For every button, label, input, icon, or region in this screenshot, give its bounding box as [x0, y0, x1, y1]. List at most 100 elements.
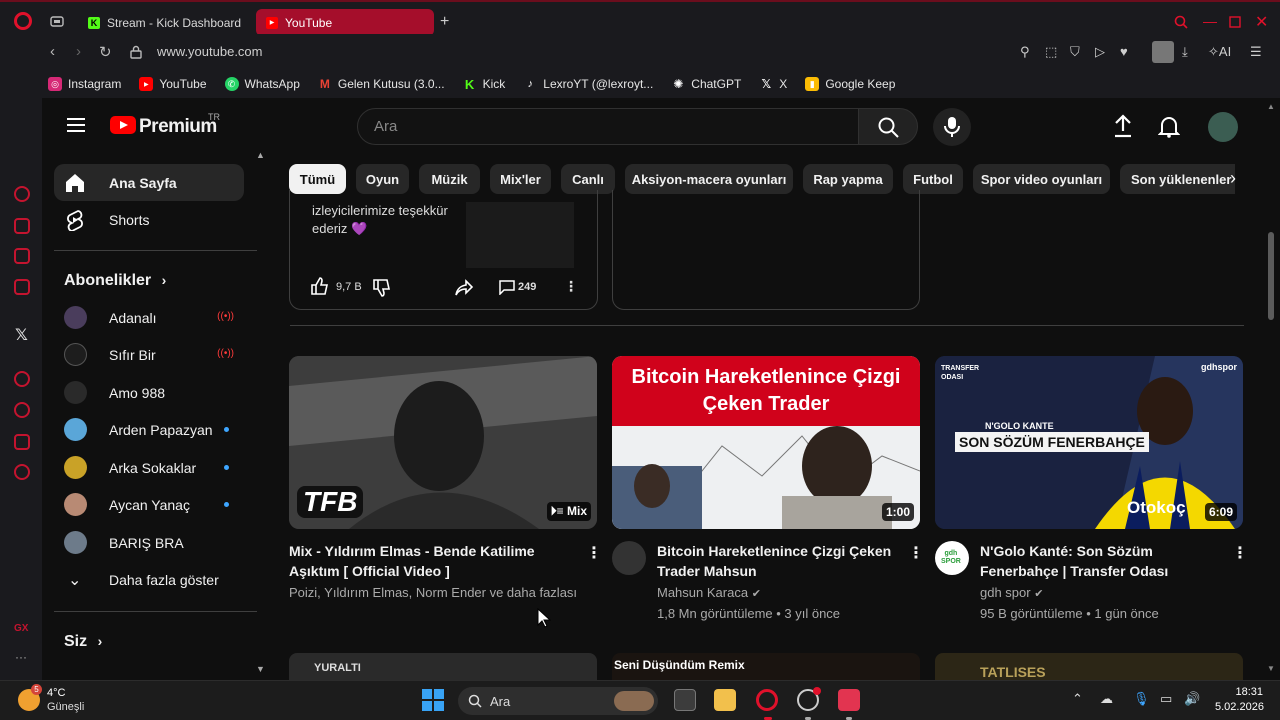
taskbar-clock[interactable]: 18:31 5.02.2026	[1215, 685, 1264, 715]
you-heading[interactable]: Siz ›	[64, 633, 102, 651]
sidebar-scroll-up-icon[interactable]: ▲	[256, 150, 265, 160]
bookmark-x[interactable]: 𝕏X	[759, 77, 787, 91]
play-icon[interactable]: ▷	[1095, 44, 1105, 60]
bookmark-youtube[interactable]: ▶ YouTube	[139, 77, 207, 91]
gx-control-icon[interactable]	[14, 186, 30, 202]
url-text[interactable]: www.youtube.com	[157, 44, 263, 59]
video-thumbnail[interactable]: YURALTI	[289, 653, 597, 680]
taskbar-search[interactable]: Ara	[458, 687, 658, 715]
video-thumbnail[interactable]: Seni Düşündüm Remix	[612, 653, 920, 680]
microphone-icon[interactable]: 🎙	[1133, 691, 1150, 707]
channel-avatar[interactable]: gdh SPOR	[935, 541, 969, 575]
like-icon[interactable]	[310, 276, 330, 296]
sidebar-item-shorts[interactable]: Shorts	[54, 201, 244, 238]
sidebar-item-subscription[interactable]: Amo 988	[54, 374, 244, 411]
sidebar-show-more[interactable]: ⌄ Daha fazla göster	[54, 561, 244, 598]
menu-icon[interactable]	[67, 118, 85, 132]
messenger-icon[interactable]	[14, 279, 30, 295]
extensions-icon[interactable]	[14, 434, 30, 450]
upload-icon[interactable]	[1112, 114, 1134, 138]
tray-overflow-chevron-icon[interactable]: ⌃	[1072, 691, 1083, 707]
video-more-icon[interactable]: ⋮	[586, 543, 602, 562]
video-more-icon[interactable]: ⋮	[908, 543, 924, 562]
chip-sports-games[interactable]: Spor video oyunları	[973, 164, 1110, 194]
twitch-icon[interactable]	[14, 248, 30, 264]
gx-corner-icon[interactable]	[14, 218, 30, 234]
video-thumbnail[interactable]: TFB ⏵≡ Mix	[289, 356, 597, 529]
video-title[interactable]: Mix - Yıldırım Elmas - Bende Katilime Aş…	[289, 541, 559, 581]
download-icon[interactable]: ⤓	[1182, 44, 1188, 60]
video-title[interactable]: N'Golo Kanté: Son Sözüm Fenerbahçe | Tra…	[980, 541, 1220, 581]
chips-next-chevron-icon[interactable]: ›	[1230, 168, 1236, 189]
share-icon[interactable]	[454, 278, 474, 298]
task-view-icon[interactable]	[674, 689, 696, 711]
video-channel-row[interactable]: gdh spor ✔	[980, 585, 1043, 600]
youtube-logo-icon[interactable]	[110, 116, 136, 134]
forward-icon[interactable]: ›	[76, 43, 81, 60]
close-window-icon[interactable]: ✕	[1255, 12, 1268, 32]
video-channel-row[interactable]: Mahsun Karaca ✔	[657, 585, 761, 600]
sidebar-item-subscription[interactable]: Adanalı ((•))	[54, 299, 244, 336]
more-options-icon[interactable]: ⋮	[564, 278, 578, 295]
snapshot-icon[interactable]: ⬚	[1045, 44, 1057, 60]
opera-gx-taskbar-icon[interactable]	[756, 689, 778, 711]
network-icon[interactable]: ▭	[1160, 691, 1172, 707]
settings-icon[interactable]	[14, 464, 30, 480]
new-tab-button[interactable]: +	[440, 13, 449, 31]
tab-kick-dashboard[interactable]: K Stream - Kick Dashboard	[78, 9, 248, 36]
easy-setup-icon[interactable]: ☰	[1250, 44, 1262, 60]
tab-islands-icon[interactable]	[50, 14, 64, 28]
bookmark-gmail[interactable]: M Gelen Kutusu (3.0...	[318, 77, 445, 91]
search-button[interactable]	[858, 108, 918, 145]
bookmark-chatgpt[interactable]: ✺ ChatGPT	[671, 77, 741, 91]
back-icon[interactable]: ‹	[50, 43, 55, 60]
player-icon[interactable]	[14, 371, 30, 387]
account-avatar[interactable]	[1208, 112, 1238, 142]
search-input[interactable]: Ara	[357, 108, 859, 145]
bookmark-kick[interactable]: K Kick	[463, 77, 505, 92]
sidebar-item-subscription[interactable]: Sıfır Bir ((•))	[54, 336, 244, 373]
bookmark-tiktok[interactable]: ♪ LexroYT (@lexroyt...	[523, 77, 654, 91]
volume-icon[interactable]: 🔊	[1184, 691, 1200, 707]
windows-start-icon[interactable]	[422, 689, 444, 711]
search-tabs-icon[interactable]	[1174, 15, 1188, 29]
sidebar-item-subscription[interactable]: Arka Sokaklar	[54, 449, 244, 486]
maximize-icon[interactable]	[1229, 16, 1241, 28]
weather-temperature[interactable]: 4°C	[47, 687, 65, 699]
youtube-brand[interactable]: Premium	[139, 116, 217, 138]
video-title[interactable]: Bitcoin Hareketlenince Çizgi Çeken Trade…	[657, 541, 897, 581]
community-post[interactable]	[612, 190, 920, 310]
voice-search-button[interactable]	[933, 108, 971, 146]
scroll-up-arrow-icon[interactable]: ▲	[1267, 102, 1275, 111]
dislike-icon[interactable]	[372, 278, 392, 298]
weather-condition[interactable]: Güneşli	[47, 701, 84, 713]
video-thumbnail[interactable]: TRANSFER ODASI gdhspor N'GOLO KANTE SON S…	[935, 356, 1243, 529]
more-icon[interactable]: ···	[15, 650, 27, 664]
aria-ai-button[interactable]: ✧AI	[1208, 44, 1231, 60]
onedrive-cloud-icon[interactable]: ☁	[1100, 691, 1113, 707]
lock-icon[interactable]	[130, 45, 142, 59]
video-thumbnail[interactable]: TATLISES	[935, 653, 1243, 680]
reload-icon[interactable]: ↻	[99, 43, 112, 61]
sidebar-item-subscription[interactable]: Aycan Yanaç	[54, 486, 244, 523]
video-more-icon[interactable]: ⋮	[1232, 543, 1248, 562]
channel-avatar[interactable]	[612, 541, 646, 575]
history-icon[interactable]	[14, 402, 30, 418]
video-channel[interactable]: Poizi, Yıldırım Elmas, Norm Ender ve dah…	[289, 585, 577, 600]
opera-menu-icon[interactable]	[14, 12, 32, 30]
file-explorer-icon[interactable]	[714, 689, 736, 711]
bookmark-whatsapp[interactable]: ✆ WhatsApp	[224, 77, 300, 91]
bookmark-instagram[interactable]: ◎ Instagram	[48, 77, 121, 91]
profile-avatar[interactable]	[1152, 41, 1174, 63]
subscriptions-heading[interactable]: Abonelikler ›	[64, 272, 166, 290]
shield-icon[interactable]: ⛉	[1070, 44, 1080, 60]
minimize-icon[interactable]: —	[1203, 13, 1217, 29]
scroll-down-arrow-icon[interactable]: ▼	[1267, 664, 1275, 673]
heart-icon[interactable]: ♥	[1120, 44, 1128, 59]
post-image[interactable]	[466, 202, 574, 268]
comment-icon[interactable]	[499, 279, 515, 295]
sidebar-scroll-down-icon[interactable]: ▼	[256, 664, 265, 674]
app-icon[interactable]	[838, 689, 860, 711]
tab-youtube[interactable]: ▶ YouTube	[256, 9, 434, 36]
page-scrollbar[interactable]	[1268, 232, 1274, 320]
